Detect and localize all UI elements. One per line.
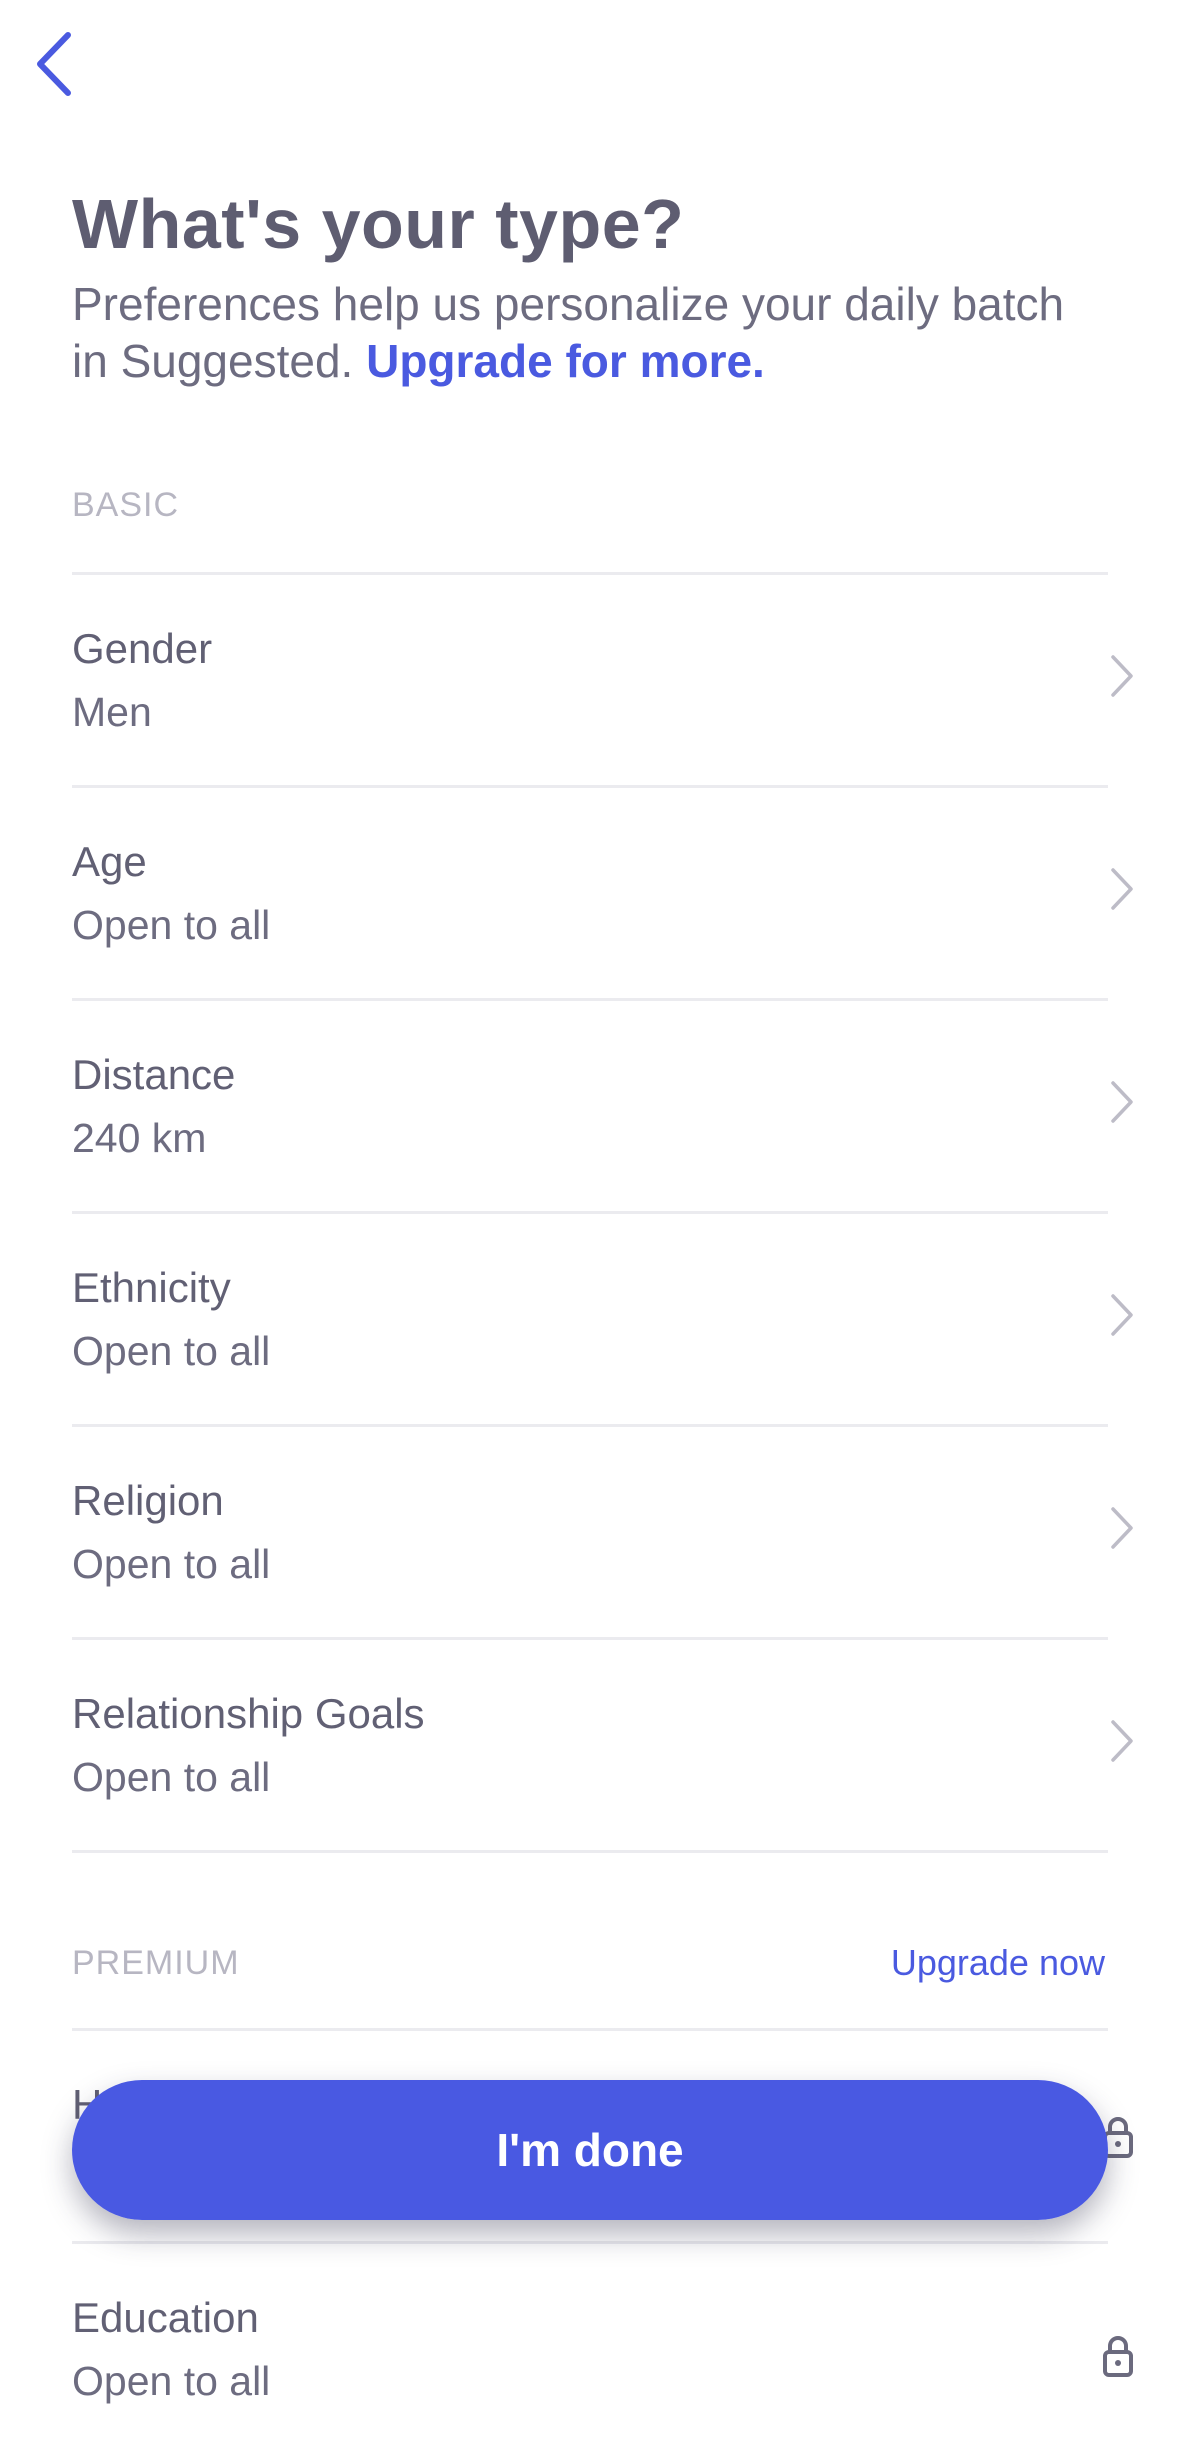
pref-value: Open to all bbox=[72, 1541, 271, 1587]
pref-title: Relationship Goals bbox=[72, 1690, 425, 1737]
pref-value: Men bbox=[72, 689, 152, 735]
pref-title: Distance bbox=[72, 1051, 236, 1098]
pref-value: Open to all bbox=[72, 1754, 271, 1800]
chevron-right-icon bbox=[1111, 1081, 1133, 1123]
pref-row-education[interactable]: Education Open to all bbox=[72, 2244, 1136, 2454]
chevron-right-icon bbox=[1111, 1294, 1133, 1336]
page-title: What's your type? bbox=[72, 185, 685, 263]
pref-row-gender[interactable]: Gender Men bbox=[72, 575, 1136, 785]
done-button[interactable]: I'm done bbox=[72, 2080, 1108, 2220]
lock-icon bbox=[1103, 2336, 1133, 2377]
pref-title: Ethnicity bbox=[72, 1264, 231, 1311]
pref-title: Education bbox=[72, 2294, 259, 2341]
pref-title: Religion bbox=[72, 1477, 224, 1524]
pref-row-relationship-goals[interactable]: Relationship Goals Open to all bbox=[72, 1640, 1136, 1850]
upgrade-link[interactable]: Upgrade for more. bbox=[366, 335, 765, 387]
chevron-left-icon bbox=[37, 32, 71, 96]
pref-value: Open to all bbox=[72, 1328, 271, 1374]
section-label-basic: BASIC bbox=[72, 486, 180, 524]
page-subtitle: Preferences help us personalize your dai… bbox=[72, 276, 1112, 390]
pref-value: 240 km bbox=[72, 1115, 207, 1161]
upgrade-now-link[interactable]: Upgrade now bbox=[891, 1942, 1105, 1984]
chevron-right-icon bbox=[1111, 1507, 1133, 1549]
pref-row-ethnicity[interactable]: Ethnicity Open to all bbox=[72, 1214, 1136, 1424]
pref-row-age[interactable]: Age Open to all bbox=[72, 788, 1136, 998]
chevron-right-icon bbox=[1111, 655, 1133, 697]
pref-title: Age bbox=[72, 838, 147, 885]
section-label-premium: PREMIUM bbox=[72, 1944, 240, 1982]
pref-value: Open to all bbox=[72, 2358, 271, 2404]
back-button[interactable] bbox=[24, 28, 84, 100]
pref-value: Open to all bbox=[72, 902, 271, 948]
pref-row-distance[interactable]: Distance 240 km bbox=[72, 1001, 1136, 1211]
divider bbox=[72, 1850, 1108, 1853]
chevron-right-icon bbox=[1111, 868, 1133, 910]
pref-row-religion[interactable]: Religion Open to all bbox=[72, 1427, 1136, 1637]
pref-title: Gender bbox=[72, 625, 213, 672]
chevron-right-icon bbox=[1111, 1720, 1133, 1762]
page-header: What's your type? Preferences help us pe… bbox=[72, 178, 1112, 390]
